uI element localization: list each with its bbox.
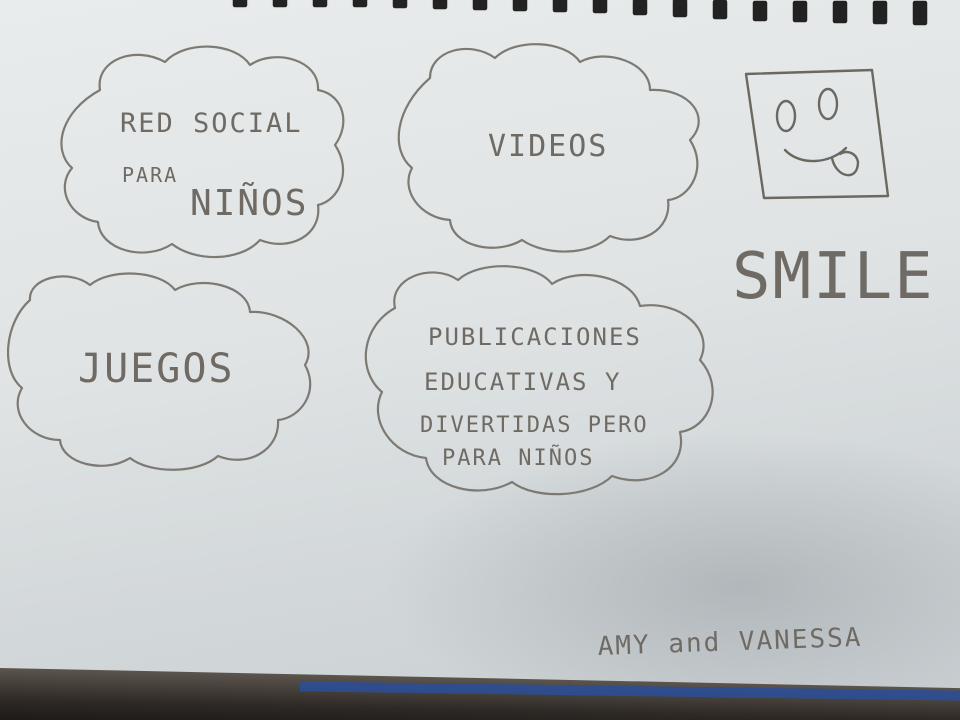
cloud-publicaciones-line-2: EDUCATIVAS Y xyxy=(424,368,621,396)
cloud-juegos: JUEGOS xyxy=(6,272,312,471)
cloud-publicaciones-line-1: PUBLICACIONES xyxy=(428,323,642,351)
logo-word: SMILE xyxy=(732,240,935,314)
cloud-red-social-line-2: PARA xyxy=(122,163,178,187)
cloud-juegos-line-1: JUEGOS xyxy=(78,346,235,392)
cloud-videos-line-1: VIDEOS xyxy=(488,129,608,164)
notebook-photo: RED SOCIAL PARA NIÑOS VIDEOS JUEGOS PUBL… xyxy=(0,0,960,720)
spiral-binding-icon xyxy=(231,0,929,27)
cloud-videos: VIDEOS xyxy=(397,43,700,253)
cloud-red-social: RED SOCIAL PARA NIÑOS xyxy=(60,45,345,259)
smiley-face-icon xyxy=(744,68,890,200)
cloud-red-social-line-1: RED SOCIAL xyxy=(120,108,303,139)
cloud-publicaciones-line-3: DIVERTIDAS PERO xyxy=(420,413,649,438)
cloud-red-social-line-3: NIÑOS xyxy=(190,182,308,224)
cloud-publicaciones-line-4: PARA NIÑOS xyxy=(442,444,594,471)
pencil-sketch: RED SOCIAL PARA NIÑOS VIDEOS JUEGOS PUBL… xyxy=(6,0,935,662)
cloud-publicaciones: PUBLICACIONES EDUCATIVAS Y DIVERTIDAS PE… xyxy=(364,265,714,496)
signature: AMY and VANESSA xyxy=(597,623,863,662)
